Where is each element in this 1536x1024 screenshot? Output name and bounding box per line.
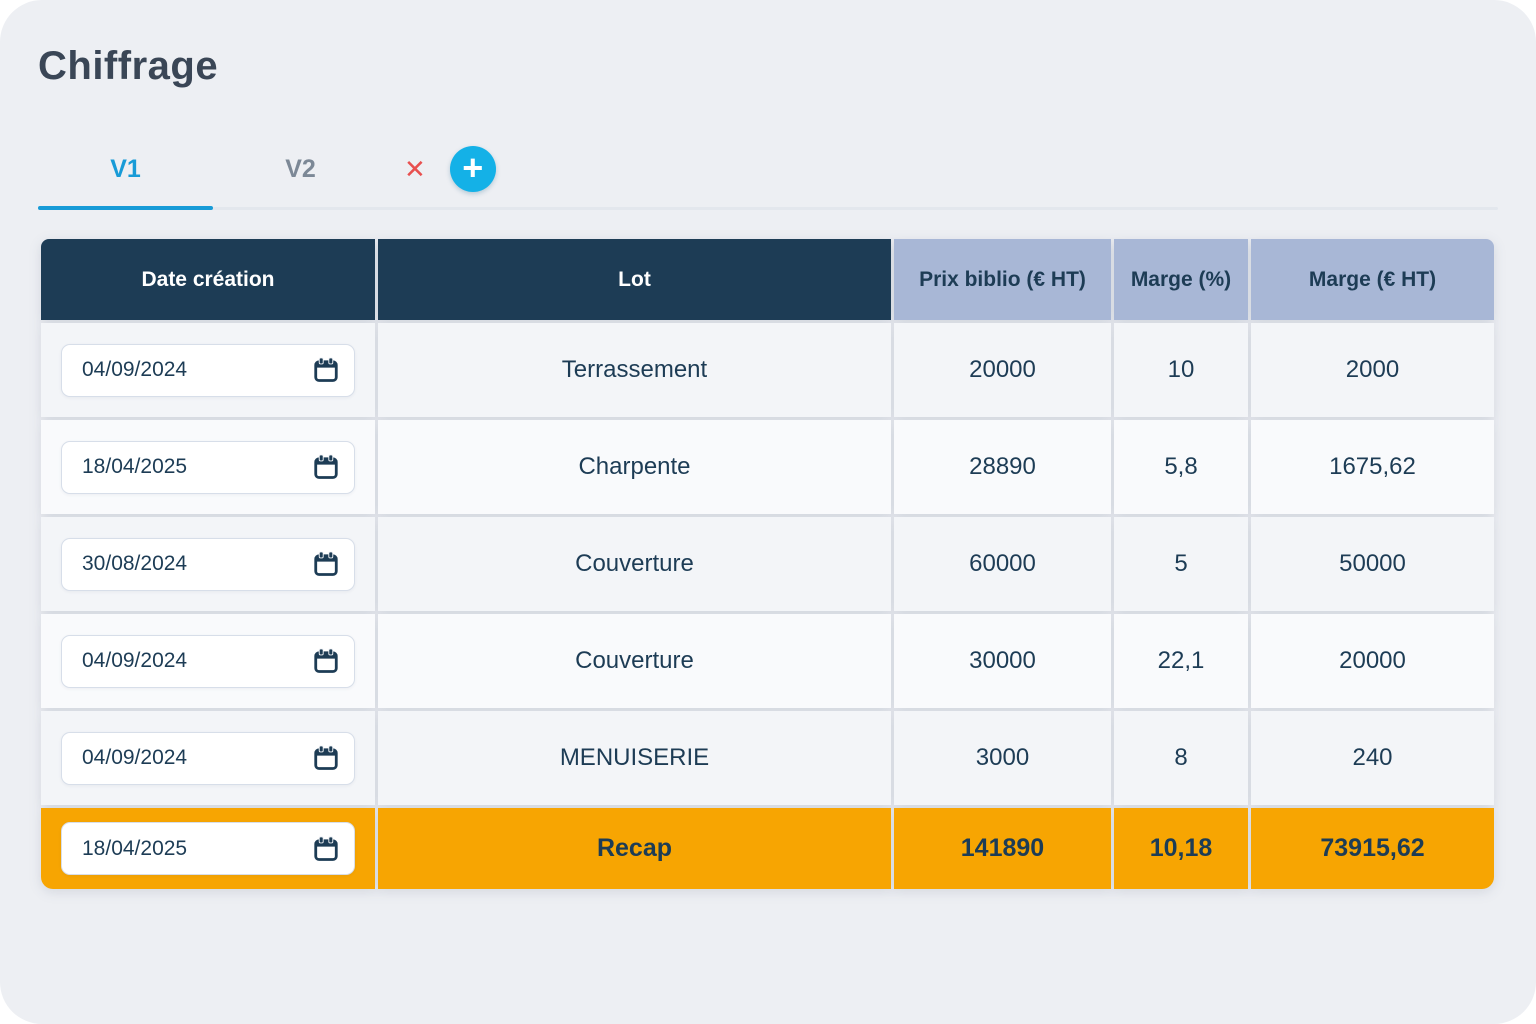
calendar-icon[interactable] [312, 744, 340, 772]
lot-cell: Couverture [378, 614, 891, 708]
prix-cell: 20000 [894, 323, 1111, 417]
date-input[interactable]: 04/09/2024 [61, 344, 355, 397]
marge-eur-cell: 20000 [1251, 614, 1494, 708]
date-value: 04/09/2024 [82, 649, 187, 673]
lot-cell: Couverture [378, 517, 891, 611]
date-cell: 30/08/2024 [41, 517, 375, 611]
table-row: 18/04/2025 Charpente 28890 5,8 1675,62 [41, 420, 1494, 514]
calendar-icon[interactable] [312, 647, 340, 675]
prix-cell: 60000 [894, 517, 1111, 611]
tab-v2[interactable]: V2 [213, 155, 388, 184]
recap-date-cell: 18/04/2025 [41, 808, 375, 889]
prix-cell: 3000 [894, 711, 1111, 805]
column-header-prix-biblio: Prix biblio (€ HT) [894, 239, 1111, 320]
page-title: Chiffrage [38, 44, 1498, 89]
calendar-icon[interactable] [312, 453, 340, 481]
table-row: 30/08/2024 Couverture 60000 5 50000 [41, 517, 1494, 611]
date-value: 18/04/2025 [82, 455, 187, 479]
lot-cell: Terrassement [378, 323, 891, 417]
column-header-marge-pct: Marge (%) [1114, 239, 1248, 320]
table-row: 04/09/2024 Couverture 30000 22,1 20000 [41, 614, 1494, 708]
prix-cell: 30000 [894, 614, 1111, 708]
marge-pct-cell: 22,1 [1114, 614, 1248, 708]
table-row: 04/09/2024 MENUISERIE 3000 8 240 [41, 711, 1494, 805]
recap-marge-pct-cell: 10,18 [1114, 808, 1248, 889]
date-cell: 04/09/2024 [41, 614, 375, 708]
version-tabs: V1 V2 ✕ + [38, 145, 1498, 193]
chiffrage-panel: Chiffrage V1 V2 ✕ + Date création Lot Pr… [0, 0, 1536, 1024]
marge-pct-cell: 5 [1114, 517, 1248, 611]
header-row: Date création Lot Prix biblio (€ HT) Mar… [41, 239, 1494, 320]
marge-pct-cell: 5,8 [1114, 420, 1248, 514]
recap-marge-eur-cell: 73915,62 [1251, 808, 1494, 889]
marge-eur-cell: 1675,62 [1251, 420, 1494, 514]
date-value: 18/04/2025 [82, 837, 187, 861]
date-input[interactable]: 04/09/2024 [61, 732, 355, 785]
table-row: 04/09/2024 Terrassement 20000 10 2000 [41, 323, 1494, 417]
marge-pct-cell: 10 [1114, 323, 1248, 417]
calendar-icon[interactable] [312, 835, 340, 863]
calendar-icon[interactable] [312, 356, 340, 384]
recap-lot-cell: Recap [378, 808, 891, 889]
marge-pct-cell: 8 [1114, 711, 1248, 805]
date-value: 04/09/2024 [82, 746, 187, 770]
calendar-icon[interactable] [312, 550, 340, 578]
date-input[interactable]: 18/04/2025 [61, 822, 355, 875]
plus-icon: + [462, 150, 483, 186]
marge-eur-cell: 50000 [1251, 517, 1494, 611]
column-header-lot: Lot [378, 239, 891, 320]
tab-v2-label: V2 [285, 155, 316, 183]
marge-eur-cell: 2000 [1251, 323, 1494, 417]
date-input[interactable]: 18/04/2025 [61, 441, 355, 494]
date-cell: 18/04/2025 [41, 420, 375, 514]
active-tab-indicator [38, 206, 213, 210]
date-value: 30/08/2024 [82, 552, 187, 576]
lot-cell: Charpente [378, 420, 891, 514]
column-header-date-creation: Date création [41, 239, 375, 320]
table-body: 04/09/2024 Terrassement 20000 10 2000 18… [41, 323, 1494, 889]
prix-cell: 28890 [894, 420, 1111, 514]
date-cell: 04/09/2024 [41, 711, 375, 805]
recap-row: 18/04/2025 Recap 141890 10,18 73915,62 [41, 808, 1494, 889]
date-cell: 04/09/2024 [41, 323, 375, 417]
chiffrage-table: Date création Lot Prix biblio (€ HT) Mar… [38, 236, 1497, 892]
column-header-marge-eur: Marge (€ HT) [1251, 239, 1494, 320]
recap-prix-cell: 141890 [894, 808, 1111, 889]
close-version-icon[interactable]: ✕ [404, 156, 426, 182]
tabs-underline [38, 207, 1498, 210]
date-value: 04/09/2024 [82, 358, 187, 382]
add-version-button[interactable]: + [450, 146, 496, 192]
lot-cell: MENUISERIE [378, 711, 891, 805]
date-input[interactable]: 04/09/2024 [61, 635, 355, 688]
date-input[interactable]: 30/08/2024 [61, 538, 355, 591]
tab-v1[interactable]: V1 [38, 155, 213, 184]
marge-eur-cell: 240 [1251, 711, 1494, 805]
tab-v1-label: V1 [110, 155, 141, 183]
